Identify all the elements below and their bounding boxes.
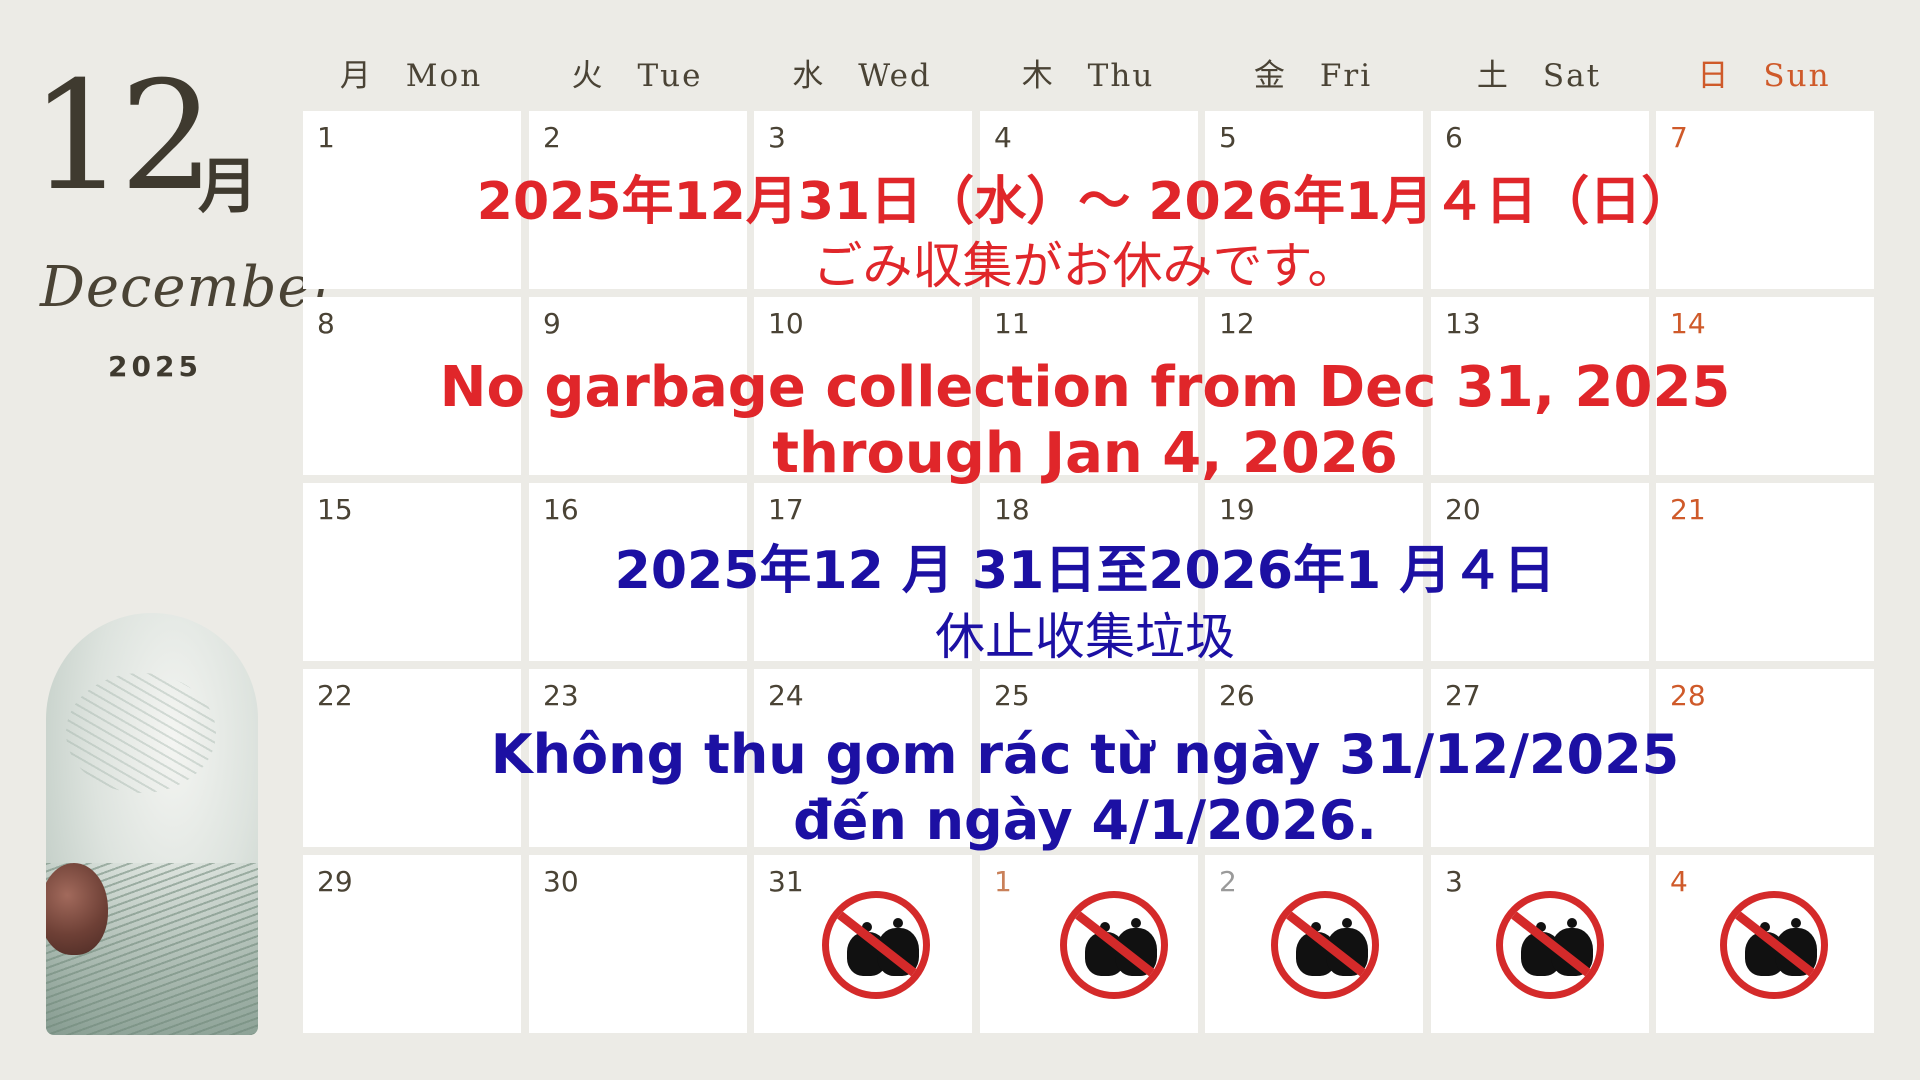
notice-vietnamese-line2: đến ngày 4/1/2026.	[793, 789, 1377, 852]
header-mon: 月 Mon	[339, 58, 483, 94]
no-garbage-collection-icon	[1060, 891, 1168, 999]
notice-chinese-message: 休止收集垃圾	[935, 608, 1235, 666]
day-number: 1	[317, 121, 335, 154]
day-number: 2	[543, 121, 561, 154]
day-number: 4	[1670, 865, 1688, 898]
notice-japanese-message: ごみ収集がお休みです。	[812, 237, 1358, 295]
day-number: 14	[1670, 307, 1706, 340]
month-kanji: 月	[198, 152, 258, 222]
day-number: 3	[768, 121, 786, 154]
day-number: 13	[1445, 307, 1481, 340]
day-number: 31	[768, 865, 804, 898]
day-number: 19	[1219, 493, 1255, 526]
year-label: 2025	[108, 350, 202, 383]
header-thu: 木 Thu	[1021, 58, 1155, 94]
no-garbage-collection-icon	[1496, 891, 1604, 999]
day-number: 2	[1219, 865, 1237, 898]
no-garbage-collection-icon	[1720, 891, 1828, 999]
notice-vietnamese: Không thu gom rác từ ngày 31/12/2025 đến…	[300, 722, 1870, 854]
day-number: 9	[543, 307, 561, 340]
day-number: 22	[317, 679, 353, 712]
month-english: December	[40, 255, 340, 320]
day-number: 24	[768, 679, 804, 712]
day-cell-sunday: 4	[1656, 855, 1874, 1033]
day-cell: 30	[529, 855, 747, 1033]
frosted-branch	[66, 673, 216, 793]
day-number: 21	[1670, 493, 1706, 526]
day-number: 3	[1445, 865, 1463, 898]
month-number-block: 12 月	[30, 62, 258, 222]
notice-chinese-dates: 2025年12 月 31日至2026年1 月４日	[614, 541, 1556, 601]
day-number: 7	[1670, 121, 1688, 154]
day-number: 26	[1219, 679, 1255, 712]
day-number: 15	[317, 493, 353, 526]
day-number: 17	[768, 493, 804, 526]
day-number: 18	[994, 493, 1030, 526]
day-cell: 29	[303, 855, 521, 1033]
notice-japanese-dates: 2025年12月31日（水）～ 2026年1月４日（日）	[476, 172, 1694, 232]
day-number: 12	[1219, 307, 1255, 340]
day-number: 20	[1445, 493, 1481, 526]
notice-english-line2: through Jan 4, 2026	[772, 421, 1398, 486]
day-number: 23	[543, 679, 579, 712]
pine-cone	[46, 863, 108, 955]
day-number: 1	[994, 865, 1012, 898]
no-garbage-collection-icon	[1271, 891, 1379, 999]
notice-vietnamese-line1: Không thu gom rác từ ngày 31/12/2025	[490, 723, 1680, 786]
day-number: 4	[994, 121, 1012, 154]
header-sun: 日 Sun	[1697, 58, 1831, 94]
day-number: 28	[1670, 679, 1706, 712]
day-cell: 3	[1431, 855, 1649, 1033]
notice-chinese: 2025年12 月 31日至2026年1 月４日 休止收集垃圾	[300, 538, 1870, 670]
notice-japanese: 2025年12月31日（水）～ 2026年1月４日（日） ごみ収集がお休みです。	[300, 170, 1870, 298]
header-fri: 金 Fri	[1253, 58, 1373, 94]
day-number: 30	[543, 865, 579, 898]
day-number: 11	[994, 307, 1030, 340]
day-number: 29	[317, 865, 353, 898]
day-cell: 2	[1205, 855, 1423, 1033]
header-tue: 火 Tue	[571, 58, 703, 94]
notice-english-line1: No garbage collection from Dec 31, 2025	[439, 355, 1731, 420]
month-number: 12	[30, 50, 215, 224]
header-wed: 水 Wed	[792, 58, 932, 94]
day-cell: 1	[980, 855, 1198, 1033]
day-number: 5	[1219, 121, 1237, 154]
day-number: 8	[317, 307, 335, 340]
day-number: 6	[1445, 121, 1463, 154]
winter-pine-photo	[46, 613, 258, 1035]
day-number: 27	[1445, 679, 1481, 712]
day-cell: 31	[754, 855, 972, 1033]
day-number: 25	[994, 679, 1030, 712]
notice-english: No garbage collection from Dec 31, 2025 …	[300, 355, 1870, 487]
no-garbage-collection-icon	[822, 891, 930, 999]
day-number: 16	[543, 493, 579, 526]
header-sat: 土 Sat	[1476, 58, 1602, 94]
day-number: 10	[768, 307, 804, 340]
